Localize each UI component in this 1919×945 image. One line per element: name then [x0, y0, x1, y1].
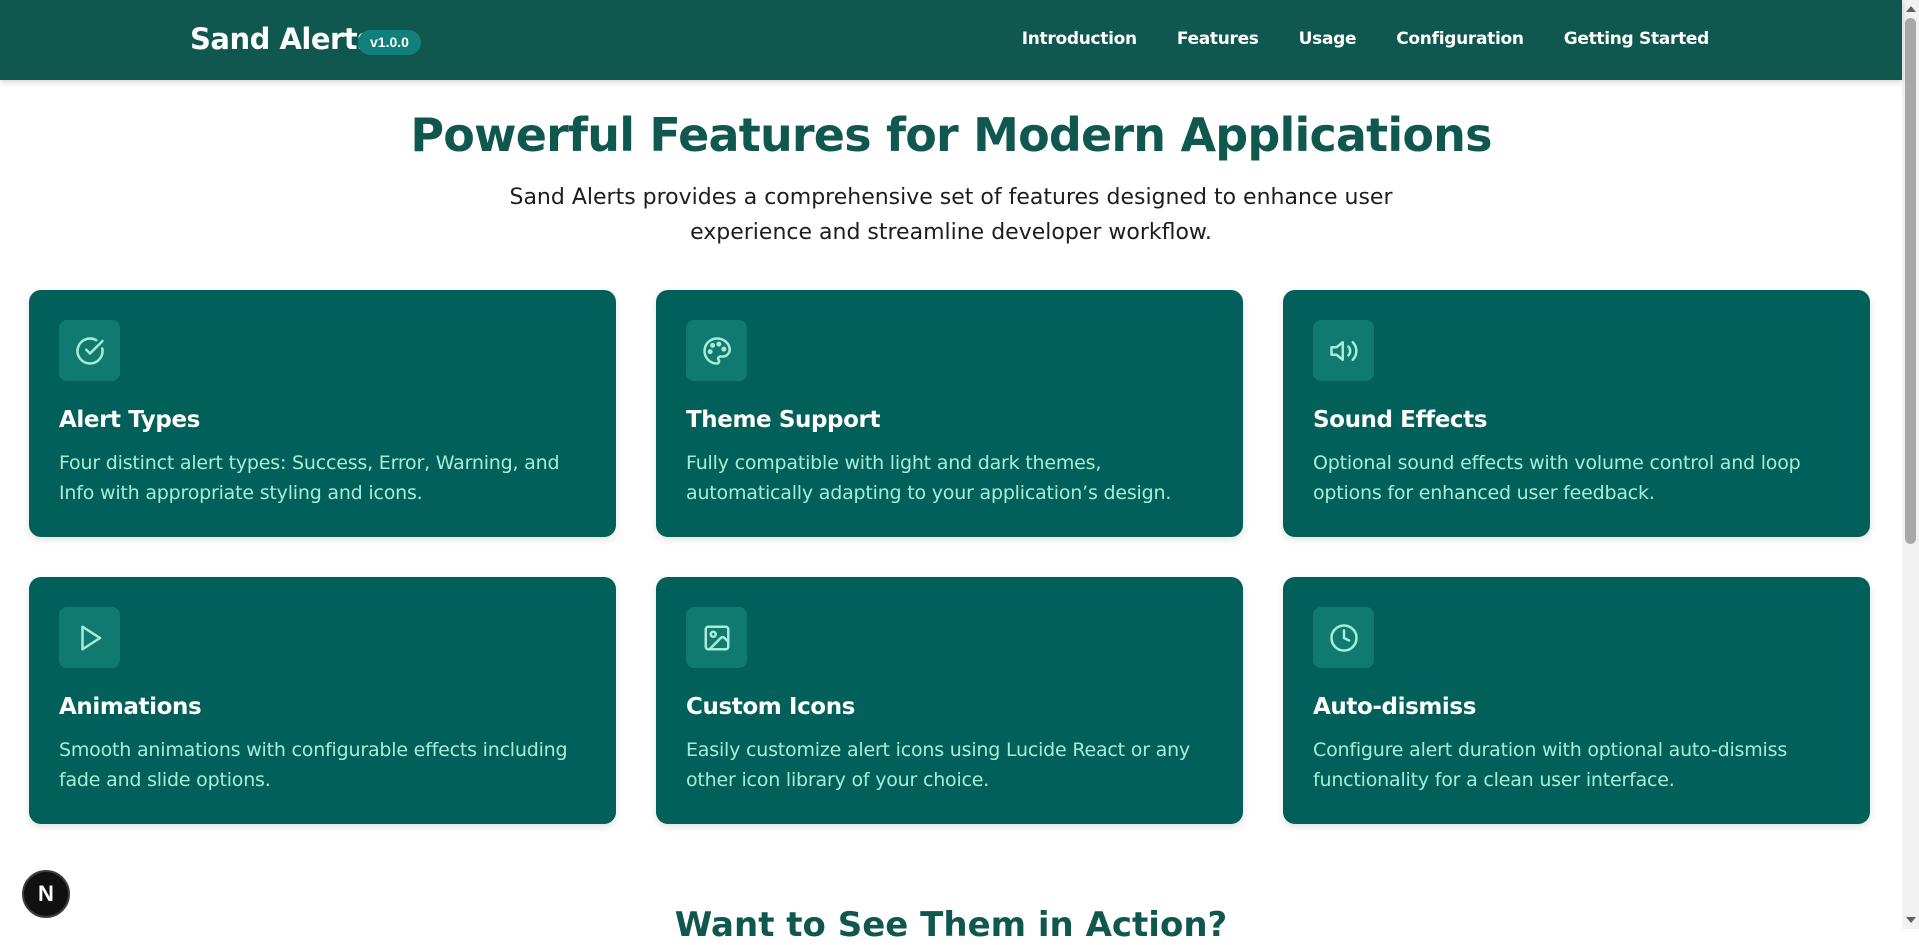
image-icon: [686, 607, 747, 668]
feature-card-animations: Animations Smooth animations with config…: [29, 577, 616, 824]
feature-description: Easily customize alert icons using Lucid…: [686, 739, 1190, 791]
feature-title: Theme Support: [686, 407, 881, 433]
feature-card-custom-icons: Custom Icons Easily customize alert icon…: [656, 577, 1243, 824]
scroll-down-icon[interactable]: [1906, 917, 1916, 923]
brand-logo[interactable]: Sand Alerts: [190, 22, 374, 56]
dev-tools-button[interactable]: N: [22, 870, 70, 918]
feature-description: Smooth animations with configurable effe…: [59, 739, 568, 791]
scrollbar-thumb[interactable]: [1905, 18, 1916, 544]
nav-usage[interactable]: Usage: [1299, 29, 1357, 49]
page-title: Powerful Features for Modern Application…: [410, 108, 1492, 162]
palette-icon: [686, 320, 747, 381]
main-nav: Introduction Features Usage Configuratio…: [1022, 29, 1710, 49]
feature-card-theme-support: Theme Support Fully compatible with ligh…: [656, 290, 1243, 537]
check-circle-icon: [59, 320, 120, 381]
nav-configuration[interactable]: Configuration: [1396, 29, 1524, 49]
feature-description: Four distinct alert types: Success, Erro…: [59, 452, 560, 504]
feature-description: Configure alert duration with optional a…: [1313, 739, 1788, 791]
nav-getting-started[interactable]: Getting Started: [1564, 29, 1710, 49]
feature-card-alert-types: Alert Types Four distinct alert types: S…: [29, 290, 616, 537]
volume-icon: [1313, 320, 1374, 381]
next-section-title: Want to See Them in Action?: [674, 905, 1228, 945]
nav-introduction[interactable]: Introduction: [1022, 29, 1137, 49]
scrollbar[interactable]: [1902, 0, 1919, 929]
feature-title: Alert Types: [59, 407, 200, 433]
feature-description: Fully compatible with light and dark the…: [686, 452, 1172, 504]
feature-description: Optional sound effects with volume contr…: [1313, 452, 1801, 504]
version-badge: v1.0.0: [358, 30, 421, 55]
feature-title: Custom Icons: [686, 694, 855, 720]
page-subtitle: Sand Alerts provides a comprehensive set…: [509, 185, 1393, 245]
scroll-up-icon[interactable]: [1906, 6, 1916, 12]
n-logo-icon: N: [38, 881, 54, 906]
top-navbar: Sand Alerts v1.0.0 Introduction Features…: [0, 0, 1902, 80]
feature-title: Animations: [59, 694, 202, 720]
feature-title: Sound Effects: [1313, 407, 1488, 433]
feature-card-auto-dismiss: Auto-dismiss Configure alert duration wi…: [1283, 577, 1870, 824]
feature-title: Auto-dismiss: [1313, 694, 1476, 720]
feature-card-sound-effects: Sound Effects Optional sound effects wit…: [1283, 290, 1870, 537]
clock-icon: [1313, 607, 1374, 668]
play-icon: [59, 607, 120, 668]
nav-features[interactable]: Features: [1177, 29, 1259, 49]
